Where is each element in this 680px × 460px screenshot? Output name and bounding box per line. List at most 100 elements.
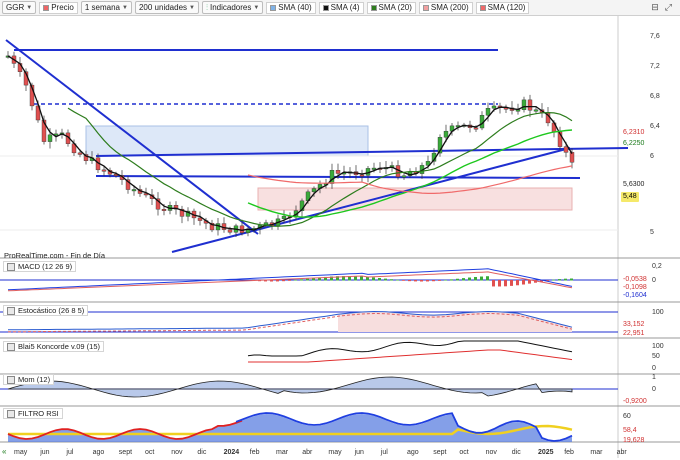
time-tick: jun xyxy=(354,449,364,456)
macd-bar xyxy=(486,276,489,281)
macd-bar xyxy=(300,279,303,281)
price-tick: 6,4 xyxy=(650,123,660,130)
lock-icon[interactable]: ⊟ xyxy=(651,2,659,13)
legend-item-sma200[interactable]: SMA (200) xyxy=(418,1,473,14)
candle-body xyxy=(371,167,377,170)
macd-bar xyxy=(444,279,447,281)
panel-label-text: FILTRO RSI xyxy=(18,409,59,418)
macd-label[interactable]: MACD (12 26 9) xyxy=(3,261,77,272)
panel-label-text: MACD (12 26 9) xyxy=(18,262,73,271)
support-zone xyxy=(257,187,573,211)
last-price-badge: 5,48 xyxy=(621,192,639,202)
candle-body xyxy=(563,146,569,153)
mom-tick: 0 xyxy=(652,386,656,393)
legend-item-sma20[interactable]: SMA (20) xyxy=(366,1,416,14)
time-tick: ago xyxy=(93,449,105,456)
macd-bar xyxy=(468,277,471,281)
mom-panel: 1 0 xyxy=(0,374,656,398)
macd-bar xyxy=(504,280,507,287)
time-tick: ago xyxy=(407,449,419,456)
indicators-label: Indicadores xyxy=(209,3,252,12)
filtro-panel xyxy=(7,412,573,442)
legend-item-sma40[interactable]: SMA (40) xyxy=(266,1,316,14)
legend-item-sma120[interactable]: SMA (120) xyxy=(475,1,530,14)
legend-item-price[interactable]: Precio xyxy=(39,1,78,14)
time-tick: sept xyxy=(433,449,446,456)
period-label: 1 semana xyxy=(84,3,121,12)
indicator-icon xyxy=(7,375,15,384)
candle-body xyxy=(281,215,287,220)
sma120-swatch-icon xyxy=(479,4,486,11)
macd-bar xyxy=(384,278,387,281)
macd-bar xyxy=(510,280,513,286)
macd-bar xyxy=(432,280,435,282)
price-tick: 7,2 xyxy=(650,63,660,70)
macd-bar xyxy=(438,280,441,281)
blai-label[interactable]: Blai5 Koncorde v.09 (15) xyxy=(3,341,104,352)
macd-bar xyxy=(426,280,429,282)
time-tick: feb xyxy=(250,449,260,456)
mom-badge: -0,9200 xyxy=(623,398,647,405)
time-tick: mar xyxy=(276,449,289,456)
time-tick: feb xyxy=(564,449,574,456)
chevron-down-icon: ▼ xyxy=(26,4,33,11)
chart-area[interactable]: 7,6 7,2 6,8 6,4 6 5 0,2 0 100 100 50 0 1… xyxy=(0,16,680,458)
mom-label[interactable]: Mom (12) xyxy=(3,374,55,385)
candle-body xyxy=(335,170,341,174)
macd-bar xyxy=(450,279,453,281)
candle-body xyxy=(47,134,53,142)
candle-body xyxy=(527,99,533,111)
macd-bar xyxy=(492,280,495,287)
macd-bar xyxy=(474,276,477,281)
stoch-badge: 22,951 xyxy=(623,330,645,337)
stoch-label[interactable]: Estocástico (26 8 5) xyxy=(3,305,89,316)
candle-body xyxy=(401,175,407,178)
time-tick: dic xyxy=(512,449,521,456)
candle-body xyxy=(443,130,449,138)
macd-bar xyxy=(456,278,459,281)
time-tick: mar xyxy=(590,449,603,456)
legend-label: SMA (40) xyxy=(278,3,312,12)
panel-label-text: Blai5 Koncorde v.09 (15) xyxy=(18,342,100,351)
panel-label-text: Mom (12) xyxy=(18,375,51,384)
time-tick: jul xyxy=(65,449,73,456)
legend-item-sma4[interactable]: SMA (4) xyxy=(318,1,364,14)
filtro-label[interactable]: FILTRO RSI xyxy=(3,408,63,419)
price-swatch-icon xyxy=(43,4,50,11)
period-selector[interactable]: 1 semana ▼ xyxy=(80,1,132,14)
candle-body xyxy=(569,152,575,163)
macd-bar xyxy=(282,280,285,282)
macd-bar xyxy=(498,280,501,287)
macd-bar xyxy=(372,277,375,281)
symbol-selector[interactable]: GGR▼ xyxy=(2,1,37,14)
macd-bar xyxy=(390,279,393,281)
units-selector[interactable]: 200 unidades ▼ xyxy=(134,1,199,14)
mom-tick: 1 xyxy=(652,374,656,381)
macd-bar xyxy=(552,279,555,281)
chevron-down-icon: ▼ xyxy=(189,4,195,11)
candle-body xyxy=(491,105,497,109)
sma200-swatch-icon xyxy=(422,4,429,11)
filtro-badge: 58,4 xyxy=(623,427,637,434)
time-tick: dic xyxy=(197,449,206,456)
macd-bar xyxy=(558,279,561,281)
candle-body xyxy=(521,99,527,110)
time-tick: jul xyxy=(380,449,388,456)
macd-tick: 0 xyxy=(652,277,656,284)
symbol-label: GGR xyxy=(6,3,25,12)
price-tick: 6 xyxy=(650,153,654,160)
sma40-swatch-icon xyxy=(270,4,277,11)
candle-body xyxy=(239,225,245,234)
time-tick: abr xyxy=(302,449,313,456)
filtro-tick: 60 xyxy=(623,413,631,420)
macd-bar xyxy=(288,280,291,281)
panel-label-text: Estocástico (26 8 5) xyxy=(18,306,85,315)
sma4-swatch-icon xyxy=(322,4,329,11)
window-controls: ⊟ ⤢ xyxy=(651,2,680,13)
macd-bar xyxy=(414,280,417,282)
expand-icon[interactable]: ⤢ xyxy=(665,2,672,13)
macd-bar xyxy=(276,280,279,282)
blai-panel: 100 50 0 xyxy=(247,340,664,372)
price-badge: 6,2310 xyxy=(623,129,645,136)
indicators-button[interactable]: ⫶ Indicadores ▼ xyxy=(201,1,264,14)
